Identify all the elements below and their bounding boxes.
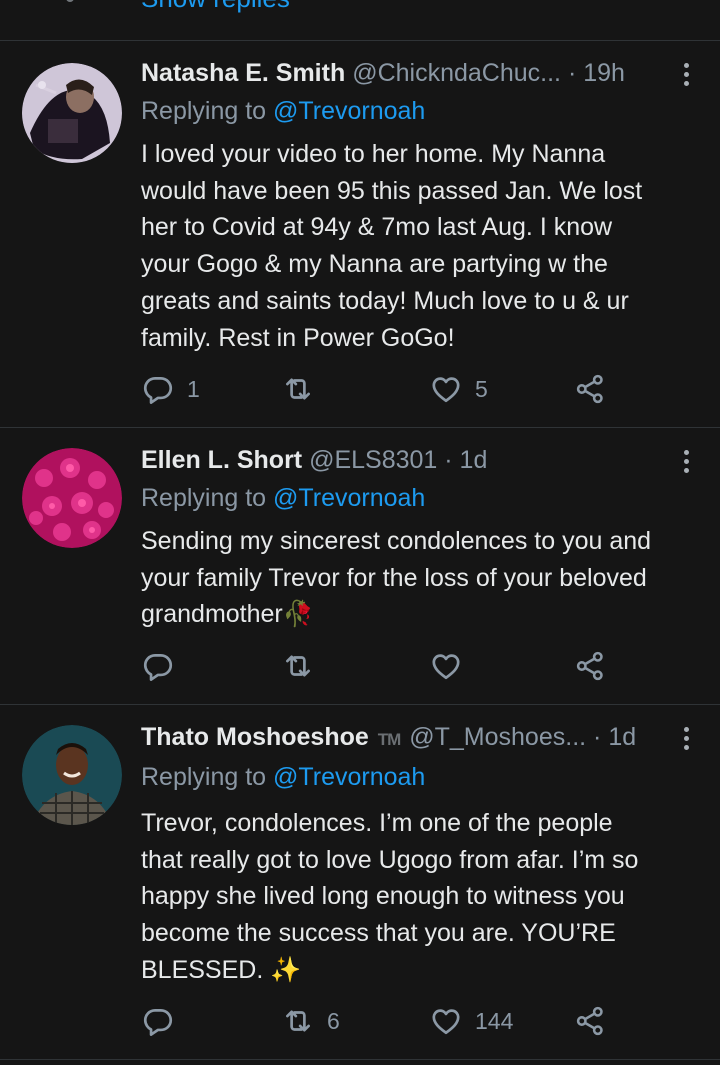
- previous-thread-footer: Show replies: [0, 0, 720, 41]
- like-count: 144: [475, 1007, 514, 1034]
- replying-to-handle[interactable]: @Trevornoah: [273, 763, 425, 791]
- tweet-line: happy she lived long enough to witness y…: [141, 882, 625, 911]
- tweet-line: Trevor, condolences. I’m one of the peop…: [141, 809, 613, 837]
- share-button[interactable]: [573, 1003, 607, 1039]
- reply-button[interactable]: [141, 1003, 187, 1039]
- like-button[interactable]: 144: [429, 1003, 513, 1039]
- share-icon: [573, 1004, 607, 1038]
- tweet-text: Sending my sincerest condolences to you …: [141, 523, 706, 633]
- verified-badge: TM: [377, 730, 402, 749]
- timestamp[interactable]: · 1d: [593, 723, 636, 751]
- heart-icon: [429, 649, 463, 683]
- retweet-icon: [281, 372, 315, 406]
- avatar[interactable]: [22, 63, 122, 163]
- heart-icon: [429, 1004, 463, 1038]
- tweet-line: Sending my sincerest condolences to you …: [141, 527, 652, 555]
- share-button[interactable]: [573, 648, 607, 684]
- retweet-button[interactable]: 6: [281, 1003, 340, 1039]
- reply-button[interactable]: 1: [141, 371, 200, 407]
- tweet-line: become the success that you are. YOU’RE: [141, 919, 616, 948]
- avatar[interactable]: [22, 725, 122, 825]
- tweet-header: Natasha E. Smith @ChickndaChuc... · 19h: [141, 59, 700, 93]
- replying-to: Replying to @Trevornoah: [141, 763, 425, 792]
- tweet-thato[interactable]: Thato Moshoeshoe TM @T_Moshoes... · 1d R…: [0, 705, 720, 1060]
- tweet-line: grandmother🥀: [141, 600, 314, 629]
- tweet-line: would have been 95 this passed Jan. We l…: [141, 176, 643, 205]
- tweet-text: I loved your video to her home. My Nanna…: [141, 136, 706, 356]
- like-button[interactable]: 5: [429, 371, 488, 407]
- like-count: 5: [475, 375, 488, 402]
- author-handle[interactable]: @ChickndaChuc...: [352, 59, 561, 87]
- author-handle[interactable]: @ELS8301: [309, 446, 437, 474]
- tweet-line: I loved your video to her home. My Nanna: [141, 140, 606, 168]
- replying-prefix: Replying to: [141, 763, 267, 791]
- reply-icon: [141, 372, 175, 406]
- reply-icon: [141, 1004, 175, 1038]
- heart-icon: [429, 372, 463, 406]
- author-name[interactable]: Thato Moshoeshoe: [141, 723, 369, 751]
- tweet-line: your family Trevor for the loss of your …: [141, 563, 647, 592]
- thread-dot: [66, 0, 74, 2]
- tweet-natasha[interactable]: Natasha E. Smith @ChickndaChuc... · 19h …: [0, 41, 720, 428]
- tweet-line: that really got to love Ugogo from afar.…: [141, 845, 639, 874]
- tweet-line: her to Covid at 94y & 7mo last Aug. I kn…: [141, 213, 613, 242]
- tweet-actions: 1 5: [141, 371, 621, 407]
- replying-to-handle[interactable]: @Trevornoah: [273, 484, 425, 512]
- tweet-line: greats and saints today! Much love to u …: [141, 286, 629, 315]
- reply-count: 1: [187, 375, 200, 402]
- retweet-icon: [281, 649, 315, 683]
- tweet-header: Thato Moshoeshoe TM @T_Moshoes... · 1d: [141, 723, 700, 757]
- tweet-actions: [141, 648, 621, 684]
- retweet-button[interactable]: [281, 371, 327, 407]
- retweet-count: 6: [327, 1007, 340, 1034]
- avatar[interactable]: [22, 448, 122, 548]
- timestamp[interactable]: · 19h: [568, 59, 625, 87]
- share-button[interactable]: [573, 371, 607, 407]
- replying-to: Replying to @Trevornoah: [141, 97, 425, 126]
- reply-button[interactable]: [141, 648, 187, 684]
- like-button[interactable]: [429, 648, 475, 684]
- author-name[interactable]: Ellen L. Short: [141, 446, 302, 474]
- share-icon: [573, 649, 607, 683]
- tweet-text: Trevor, condolences. I’m one of the peop…: [141, 805, 706, 989]
- tweet-line: BLESSED. ✨: [141, 955, 302, 984]
- tweet-ellen[interactable]: Ellen L. Short @ELS8301 · 1d Replying to…: [0, 428, 720, 705]
- timestamp[interactable]: · 1d: [444, 446, 487, 474]
- tweet-line: family. Rest in Power GoGo!: [141, 323, 455, 352]
- more-options-icon[interactable]: [684, 63, 690, 87]
- author-name[interactable]: Natasha E. Smith: [141, 59, 345, 87]
- replying-to: Replying to @Trevornoah: [141, 484, 425, 513]
- replying-prefix: Replying to: [141, 97, 267, 125]
- replying-prefix: Replying to: [141, 484, 267, 512]
- replying-to-handle[interactable]: @Trevornoah: [273, 97, 425, 125]
- tweet-line: your Gogo & my Nanna are partying w the: [141, 250, 608, 279]
- retweet-icon: [281, 1004, 315, 1038]
- tweet-header: Ellen L. Short @ELS8301 · 1d: [141, 446, 700, 480]
- more-options-icon[interactable]: [684, 450, 690, 474]
- share-icon: [573, 372, 607, 406]
- more-options-icon[interactable]: [684, 727, 690, 751]
- retweet-button[interactable]: [281, 648, 327, 684]
- tweet-actions: 6 144: [141, 1003, 621, 1039]
- show-replies-link[interactable]: Show replies: [141, 0, 290, 14]
- reply-icon: [141, 649, 175, 683]
- author-handle[interactable]: @T_Moshoes...: [409, 723, 586, 751]
